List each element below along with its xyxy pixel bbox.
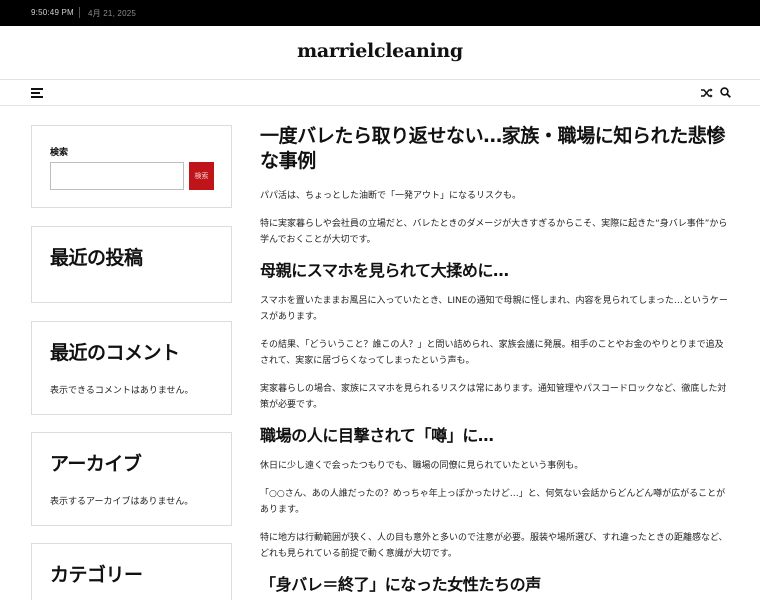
article-paragraph: 休日に少し遠くで会ったつもりでも、職場の同僚に見られていたという事例も。 — [260, 461, 584, 471]
recent-posts-title: 最近の投稿 — [50, 247, 143, 269]
categories-widget: カテゴリー — [31, 543, 232, 600]
search-label: 検索 — [50, 148, 69, 158]
topbar-divider — [79, 7, 80, 18]
categories-title: カテゴリー — [50, 564, 143, 586]
archives-empty: 表示するアーカイブはありません。 — [50, 497, 194, 507]
search-widget: 検索 検索 — [31, 125, 232, 208]
archives-widget: アーカイブ 表示するアーカイブはありません。 — [31, 432, 232, 526]
recent-posts-widget: 最近の投稿 — [31, 226, 232, 303]
search-button[interactable]: 検索 — [189, 162, 214, 190]
hamburger-menu-icon[interactable] — [31, 88, 43, 98]
archives-title: アーカイブ — [50, 453, 142, 475]
article-paragraph: 「○○さん、あの人誰だったの？めっちゃ年上っぽかったけど…」と、何気ない会話から… — [260, 489, 726, 515]
article: 一度バレたら取り返せない…家族・職場に知られた悲惨な事例 パパ活は、ちょっとした… — [260, 124, 730, 600]
article-title: 一度バレたら取り返せない…家族・職場に知られた悲惨な事例 — [260, 125, 726, 172]
article-paragraph: 実家暮らしの場合、家族にスマホを見られるリスクは常にあります。通知管理やパスコー… — [260, 384, 727, 410]
article-heading: 「身バレ＝終了」になった女性たちの声 — [260, 575, 541, 594]
recent-comments-empty: 表示できるコメントはありません。 — [50, 386, 194, 396]
article-paragraph: パパ活は、ちょっとした油断で「一発アウト」になるリスクも。 — [260, 191, 522, 201]
search-icon[interactable] — [720, 87, 731, 98]
search-input[interactable] — [50, 162, 184, 190]
article-paragraph: 特に地方は行動範囲が狭く、人の目も意外と多いので注意が必要。服装や場所選び、すれ… — [260, 533, 728, 559]
article-heading: 母親にスマホを見られて大揉めに… — [260, 261, 509, 280]
recent-comments-title: 最近のコメント — [50, 342, 180, 364]
current-date: 4月 21, 2025 — [88, 9, 137, 18]
article-paragraph: その結果、「どういうこと？誰この人？」と問い詰められ、家族会議に発展。相手のこと… — [260, 340, 724, 366]
article-heading: 職場の人に目撃されて「噂」に… — [260, 426, 494, 445]
site-header: marrielcleaning — [0, 26, 760, 80]
current-time: 9:50:49 PM — [31, 8, 74, 17]
article-paragraph: スマホを置いたままお風呂に入っていたとき、LINEの通知で母親に怪しまれ、内容を… — [260, 296, 728, 322]
site-title[interactable]: marrielcleaning — [0, 40, 760, 62]
recent-comments-widget: 最近のコメント 表示できるコメントはありません。 — [31, 321, 232, 415]
nav-bar — [0, 80, 760, 106]
shuffle-icon[interactable] — [701, 87, 713, 99]
article-paragraph: 特に実家暮らしや会社員の立場だと、バレたときのダメージが大きすぎるからこそ、実際… — [260, 219, 728, 245]
top-bar: 9:50:49 PM 4月 21, 2025 — [0, 0, 760, 26]
